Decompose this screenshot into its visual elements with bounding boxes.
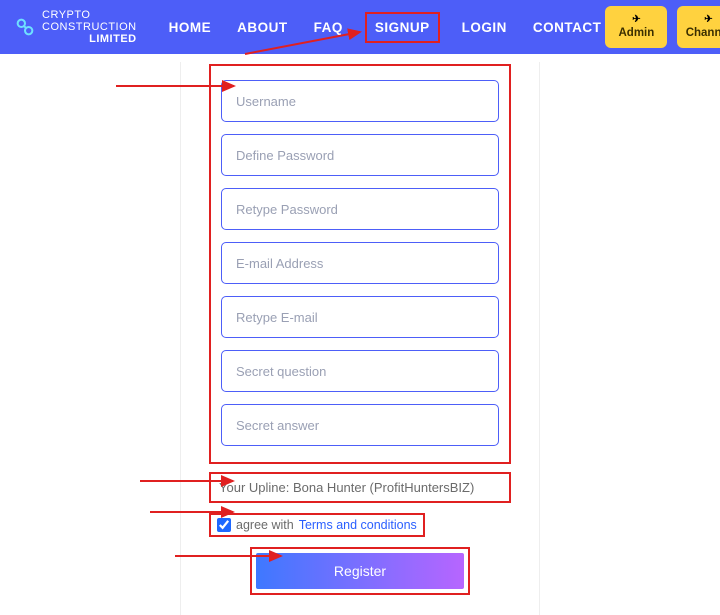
channel-label: Channel [686, 27, 720, 39]
admin-label: Admin [619, 27, 655, 39]
terms-label: agree with [236, 518, 294, 532]
plane-icon: ✈ [704, 15, 712, 25]
terms-checkbox[interactable] [217, 518, 231, 532]
cta-group: ✈ Admin ✈ Channel [605, 6, 720, 48]
email-field[interactable] [221, 242, 499, 284]
nav-signup[interactable]: SIGNUP [365, 12, 440, 43]
page-area: Your Upline: Bona Hunter (ProfitHuntersB… [0, 54, 720, 615]
register-highlight: Register [250, 547, 470, 595]
secret-question-field[interactable] [221, 350, 499, 392]
upline-info: Your Upline: Bona Hunter (ProfitHuntersB… [209, 472, 511, 503]
header-bar: CRYPTO CONSTRUCTION LIMITED HOME ABOUT F… [0, 0, 720, 54]
logo[interactable]: CRYPTO CONSTRUCTION LIMITED [14, 9, 137, 45]
brand-line2: LIMITED [42, 33, 137, 45]
brand-text: CRYPTO CONSTRUCTION LIMITED [42, 9, 137, 45]
terms-row: agree with Terms and conditions [209, 513, 425, 537]
channel-button[interactable]: ✈ Channel [677, 6, 720, 48]
password-field[interactable] [221, 134, 499, 176]
secret-answer-field[interactable] [221, 404, 499, 446]
signup-card: Your Upline: Bona Hunter (ProfitHuntersB… [180, 62, 540, 615]
brand-icon [14, 16, 36, 38]
nav-login[interactable]: LOGIN [458, 16, 511, 39]
terms-link[interactable]: Terms and conditions [299, 518, 417, 532]
plane-icon: ✈ [632, 15, 640, 25]
register-button[interactable]: Register [256, 553, 464, 589]
nav-about[interactable]: ABOUT [233, 16, 292, 39]
username-field[interactable] [221, 80, 499, 122]
nav-contact[interactable]: CONTACT [529, 16, 606, 39]
brand-line1: CRYPTO CONSTRUCTION [42, 9, 137, 33]
retype-password-field[interactable] [221, 188, 499, 230]
nav-faq[interactable]: FAQ [310, 16, 347, 39]
admin-button[interactable]: ✈ Admin [605, 6, 667, 48]
main-nav: HOME ABOUT FAQ SIGNUP LOGIN CONTACT [165, 12, 606, 43]
form-fields-highlight [209, 64, 511, 464]
retype-email-field[interactable] [221, 296, 499, 338]
nav-home[interactable]: HOME [165, 16, 216, 39]
